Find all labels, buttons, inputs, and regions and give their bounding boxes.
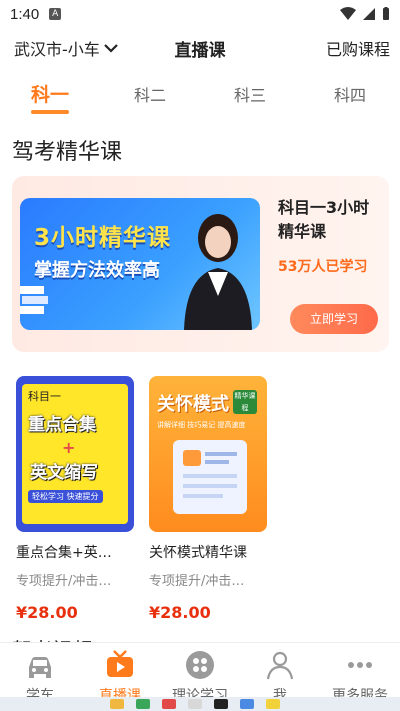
app-notification-icon: A: [49, 8, 62, 20]
tab-subject-2[interactable]: 科二: [100, 76, 200, 120]
status-time: 1:40: [10, 5, 40, 23]
instructor-image: [184, 214, 252, 330]
featured-course-title: 科目一3小时精华课: [278, 198, 370, 241]
status-bar: 1:40 A: [0, 0, 400, 28]
signal-icon: [363, 8, 375, 20]
thumbnail-line2: 英文缩写: [30, 463, 98, 483]
course-price: ¥28.00: [16, 603, 78, 622]
thumbnail-tagline: 讲解详细 技巧易记 提高速度: [157, 421, 246, 429]
thumbnail-line1: 重点合集: [28, 415, 96, 435]
tab-subject-1[interactable]: 科一: [0, 76, 100, 120]
featured-course-card[interactable]: 3小时精华课 掌握方法效率高 科目一3小时精华课 53万人已学习 立即学习: [12, 176, 389, 352]
car-icon: [29, 657, 51, 678]
grid-icon: [186, 651, 214, 679]
chevron-down-icon: [104, 44, 118, 53]
more-icon: [348, 662, 372, 668]
app-icon[interactable]: [188, 699, 202, 709]
wifi-icon: [340, 7, 356, 20]
document-illustration: [173, 440, 247, 514]
status-indicators: [340, 7, 390, 21]
header: 武汉市-小车 直播课 已购课程: [0, 30, 400, 66]
battery-icon: [383, 7, 389, 20]
course-tags: 专项提升/冲击…: [149, 574, 245, 589]
course-card[interactable]: 科目一 重点合集 + 英文缩写 轻松学习 快速提分 重点合集+英… 专项提升/冲…: [16, 376, 134, 622]
tv-icon: [107, 650, 133, 677]
folder-icon[interactable]: [110, 699, 124, 709]
banner-title: 3小时精华课: [34, 225, 172, 251]
course-tags: 专项提升/冲击…: [16, 574, 112, 589]
person-icon: [266, 651, 294, 680]
app-icon[interactable]: [162, 699, 176, 709]
city-label: 武汉市-小车: [14, 40, 100, 59]
course-price: ¥28.00: [149, 603, 211, 622]
subject-tabs: 科一 科二 科三 科四: [0, 76, 400, 120]
city-selector[interactable]: 武汉市-小车: [14, 36, 118, 60]
thumbnail-badge: 精华课程: [233, 390, 257, 414]
app-icon[interactable]: [266, 699, 280, 709]
document-icon: [183, 450, 237, 498]
course-thumbnail[interactable]: 关怀模式 精华课程 讲解详细 技巧易记 提高速度: [149, 376, 267, 532]
course-name: 关怀模式精华课: [149, 545, 247, 561]
thumbnail-subject: 科目一: [28, 390, 61, 403]
thumbnail-title: 关怀模式: [157, 394, 229, 415]
app-icon[interactable]: [240, 699, 254, 709]
tab-subject-4[interactable]: 科四: [300, 76, 400, 120]
books-icon: [20, 286, 48, 314]
course-card[interactable]: 关怀模式 精华课程 讲解详细 技巧易记 提高速度 关怀模式精华课 专项提升/冲击…: [149, 376, 267, 622]
app-icon[interactable]: [136, 699, 150, 709]
section-title: 驾考精华课: [12, 140, 123, 165]
system-taskbar: [0, 697, 400, 711]
course-name: 重点合集+英…: [16, 545, 112, 561]
thumbnail-plus: +: [62, 438, 76, 457]
thumbnail-tag: 轻松学习 快速提分: [28, 490, 103, 503]
featured-course-banner[interactable]: 3小时精华课 掌握方法效率高: [20, 198, 260, 330]
app-icon[interactable]: [214, 699, 228, 709]
purchased-courses-link[interactable]: 已购课程: [326, 36, 390, 60]
start-learning-button[interactable]: 立即学习: [290, 304, 378, 334]
banner-subtitle: 掌握方法效率高: [34, 260, 160, 281]
featured-course-learners: 53万人已学习: [278, 259, 368, 275]
tab-subject-3[interactable]: 科三: [200, 76, 300, 120]
course-thumbnail[interactable]: 科目一 重点合集 + 英文缩写 轻松学习 快速提分: [16, 376, 134, 532]
